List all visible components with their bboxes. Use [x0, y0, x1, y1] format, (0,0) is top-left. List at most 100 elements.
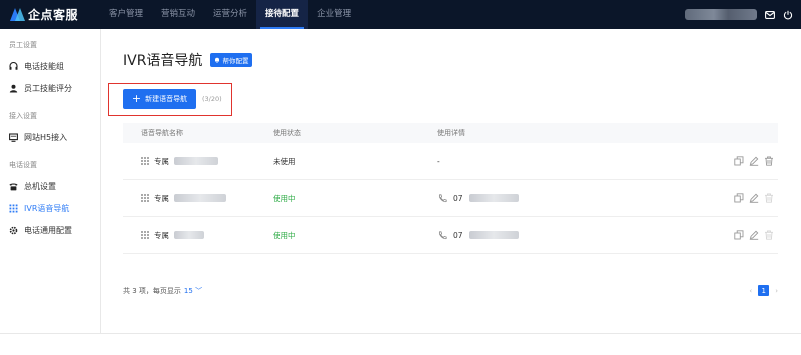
- row-detail-text: -: [437, 156, 440, 166]
- sidebar-item-skill-rating[interactable]: 员工技能评分: [0, 78, 100, 98]
- drag-handle-icon[interactable]: [141, 231, 149, 239]
- delete-icon[interactable]: [764, 193, 774, 203]
- bell-icon: [215, 57, 220, 63]
- new-ivr-label: 新建语音导航: [145, 95, 188, 103]
- row-name-prefix: 专属: [154, 156, 169, 166]
- drag-handle-icon[interactable]: [141, 194, 149, 202]
- main-content: IVR语音导航 帮你配置 + 新建语音导航 (3/20) 语音导航名称 使用状态…: [101, 29, 801, 333]
- page-size-select[interactable]: 15 ﹀: [184, 286, 202, 296]
- telephone-icon: [9, 182, 18, 191]
- sidebar-item-label: 员工技能评分: [24, 83, 72, 93]
- row-status: 未使用: [273, 156, 296, 166]
- redacted-name: [174, 231, 204, 239]
- row-actions: [718, 230, 778, 240]
- brand-name: 企点客服: [28, 8, 79, 22]
- help-config-label: 帮你配置: [222, 57, 249, 65]
- table-row[interactable]: 专属 未使用 -: [123, 143, 778, 180]
- delete-icon[interactable]: [764, 156, 774, 166]
- brand[interactable]: 企点客服: [0, 6, 100, 23]
- edit-icon[interactable]: [749, 193, 759, 203]
- copy-icon[interactable]: [734, 230, 744, 240]
- table-row[interactable]: 专属 使用中 07: [123, 217, 778, 254]
- next-page-icon[interactable]: ›: [775, 287, 778, 295]
- phone-icon: [437, 230, 447, 240]
- top-right-tools: [685, 9, 801, 20]
- users-icon: [9, 84, 18, 93]
- copy-icon[interactable]: [734, 156, 744, 166]
- row-detail-cell: 07: [437, 230, 718, 240]
- row-name-prefix: 专属: [154, 193, 169, 203]
- new-ivr-button[interactable]: + 新建语音导航: [123, 89, 196, 109]
- sidebar-group-title: 接入设置: [9, 112, 37, 120]
- main-nav: 客户管理 营销互动 运营分析 接待配置 企业管理: [100, 0, 360, 29]
- top-nav-bar: 企点客服 客户管理 营销互动 运营分析 接待配置 企业管理: [0, 0, 801, 29]
- logout-icon[interactable]: [783, 10, 793, 20]
- user-account[interactable]: [685, 9, 757, 20]
- row-detail-text: 07: [453, 230, 463, 240]
- pagination: ‹ 1 ›: [749, 285, 778, 296]
- edit-icon[interactable]: [749, 156, 759, 166]
- redacted-phone: [468, 231, 519, 239]
- sidebar-item-phone-skill-group[interactable]: 电话技能组: [0, 56, 100, 76]
- row-actions: [718, 193, 778, 203]
- column-header-name: 语音导航名称: [141, 129, 183, 137]
- nav-item-enterprise[interactable]: 企业管理: [308, 0, 360, 29]
- help-config-button[interactable]: 帮你配置: [210, 53, 253, 67]
- headset-icon: [9, 61, 18, 71]
- sidebar-group-title: 员工设置: [9, 41, 37, 49]
- edit-icon[interactable]: [749, 230, 759, 240]
- quota-count: (3/20): [202, 95, 222, 103]
- monitor-icon: [9, 132, 18, 142]
- table-row[interactable]: 专属 使用中 07: [123, 180, 778, 217]
- table-footer: 共 3 项，每页显示 15 ﹀ ‹ 1 ›: [123, 285, 778, 296]
- drag-handle-icon[interactable]: [141, 157, 149, 165]
- plus-icon: +: [131, 92, 142, 105]
- page-size-value: 15: [183, 286, 193, 295]
- page-number-current[interactable]: 1: [758, 285, 770, 296]
- brand-logo-icon: [10, 7, 25, 22]
- ivr-table: 语音导航名称 使用状态 使用详情 专属 未使用 - 专属 使用中 07 专属 使…: [123, 123, 778, 254]
- sidebar-item-label: 电话通用配置: [24, 225, 72, 235]
- prev-page-icon[interactable]: ‹: [749, 287, 752, 295]
- nav-item-reception-config[interactable]: 接待配置: [256, 0, 309, 29]
- row-status: 使用中: [273, 193, 296, 203]
- copy-icon[interactable]: [734, 193, 744, 203]
- sidebar-item-label: 网站H5接入: [24, 132, 68, 142]
- sidebar-item-phone-general-config[interactable]: 电话通用配置: [0, 220, 100, 240]
- sidebar-item-switchboard[interactable]: 总机设置: [0, 176, 100, 196]
- bottom-bar: [0, 333, 801, 355]
- row-name-cell: 专属: [123, 193, 273, 204]
- sidebar-item-label: IVR语音导航: [24, 203, 70, 213]
- row-detail-cell: 07: [437, 193, 718, 203]
- sidebar-item-web-h5[interactable]: 网站H5接入: [0, 127, 100, 147]
- redacted-phone: [468, 194, 519, 202]
- mail-icon[interactable]: [765, 10, 775, 20]
- sidebar-item-label: 电话技能组: [24, 61, 64, 71]
- page-title: IVR语音导航: [123, 53, 203, 69]
- row-name-cell: 专属: [123, 230, 273, 241]
- nav-item-customer-management[interactable]: 客户管理: [100, 0, 152, 29]
- redacted-name: [174, 157, 218, 165]
- gear-icon: [9, 226, 18, 235]
- delete-icon[interactable]: [764, 230, 774, 240]
- row-status: 使用中: [273, 230, 296, 240]
- row-detail-cell: -: [437, 157, 718, 166]
- sidebar-item-ivr-navigation[interactable]: IVR语音导航: [0, 198, 100, 218]
- row-detail-text: 07: [453, 193, 463, 203]
- column-header-detail: 使用详情: [437, 129, 465, 137]
- row-actions: [718, 156, 778, 166]
- total-count-text: 共 3 项，每页显示: [123, 286, 181, 295]
- redacted-name: [174, 194, 226, 202]
- grid-icon: [9, 204, 18, 213]
- sidebar-item-label: 总机设置: [24, 181, 56, 191]
- chevron-down-icon: ﹀: [195, 286, 203, 295]
- row-name-cell: 专属: [123, 156, 273, 167]
- table-header: 语音导航名称 使用状态 使用详情: [123, 123, 778, 143]
- page-header: IVR语音导航 帮你配置: [123, 50, 253, 70]
- nav-item-marketing[interactable]: 营销互动: [152, 0, 204, 29]
- nav-item-analytics[interactable]: 运营分析: [204, 0, 256, 29]
- phone-icon: [437, 193, 447, 203]
- column-header-status: 使用状态: [273, 129, 301, 137]
- row-name-prefix: 专属: [154, 230, 169, 240]
- sidebar-group-title: 电话设置: [9, 161, 37, 169]
